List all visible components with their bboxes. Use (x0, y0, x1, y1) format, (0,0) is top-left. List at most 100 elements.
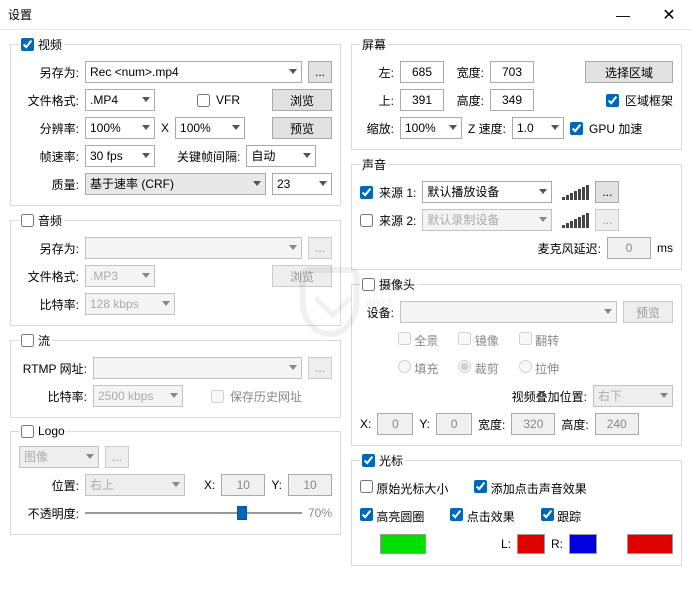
minimize-button[interactable]: — (600, 0, 646, 30)
camera-flip-label: 翻转 (535, 334, 559, 348)
volume-icon (562, 213, 589, 228)
cursor-clicksound-checkbox[interactable] (474, 480, 487, 493)
video-vfr-checkbox[interactable] (197, 94, 210, 107)
audio-saveas-label: 另存为: (19, 240, 79, 257)
sound-src2-more-button[interactable]: ... (595, 209, 619, 231)
screen-zspeed-select[interactable]: 1.0 (512, 117, 564, 139)
cursor-group: 光标 原始光标大小 添加点击声音效果 高亮圆圈 点击效果 跟踪 L: R: (351, 452, 682, 566)
screen-left-input[interactable] (400, 61, 444, 83)
video-res2-select[interactable]: 100% (175, 117, 245, 139)
screen-height-input[interactable] (490, 89, 534, 111)
audio-format-select[interactable]: .MP3 (85, 265, 155, 287)
screen-zoom-select[interactable]: 100% (400, 117, 462, 139)
screen-legend: 屏幕 (362, 36, 386, 53)
video-enable-checkbox[interactable] (21, 38, 34, 51)
sound-group: 声音 来源 1: 默认播放设备 ... 来源 2: 默认录制设备 ... 麦克风… (351, 156, 682, 270)
screen-gpu-checkbox[interactable] (570, 122, 583, 135)
logo-opacity-label: 不透明度: (19, 505, 79, 522)
camera-flip-checkbox[interactable] (519, 332, 532, 345)
cursor-clickfx-checkbox[interactable] (450, 508, 463, 521)
logo-legend: Logo (38, 424, 65, 438)
video-keyframe-select[interactable]: 自动 (246, 145, 316, 167)
camera-x-input[interactable] (377, 413, 413, 435)
screen-zspeed-label: Z 速度: (468, 120, 506, 137)
camera-enable-checkbox[interactable] (362, 278, 375, 291)
cursor-track-color[interactable] (627, 534, 673, 554)
camera-crop-radio[interactable] (458, 360, 471, 373)
cursor-origsize-checkbox[interactable] (360, 480, 373, 493)
camera-overlay-select[interactable]: 右下 (593, 385, 673, 407)
stream-url-select[interactable] (93, 357, 302, 379)
video-res1-select[interactable]: 100% (85, 117, 155, 139)
sound-src1-more-button[interactable]: ... (595, 181, 619, 203)
video-quality-label: 质量: (19, 176, 79, 193)
screen-width-input[interactable] (490, 61, 534, 83)
sound-micdelay-input[interactable] (607, 237, 651, 259)
stream-bitrate-select[interactable]: 2500 kbps (93, 385, 183, 407)
stream-enable-checkbox[interactable] (21, 334, 34, 347)
camera-w-input[interactable] (511, 413, 555, 435)
screen-top-input[interactable] (400, 89, 444, 111)
stream-group: 流 RTMP 网址: ... 比特率: 2500 kbps 保存历史网址 (10, 332, 341, 418)
logo-opacity-value: 70% (308, 506, 332, 520)
cursor-track-label: 跟踪 (557, 510, 581, 524)
cursor-legend: 光标 (379, 452, 403, 469)
camera-legend: 摄像头 (379, 276, 415, 293)
screen-top-label: 上: (360, 92, 394, 109)
video-saveas-label: 另存为: (19, 64, 79, 81)
screen-frame-label: 区域框架 (625, 92, 673, 109)
logo-group: Logo 图像 ... 位置: 右上 X: Y: 不透明度: 70% (10, 424, 341, 535)
audio-saveas-browse-button[interactable]: ... (308, 237, 332, 259)
logo-opacity-slider[interactable] (85, 502, 302, 524)
video-legend: 视频 (38, 36, 62, 53)
stream-save-history-checkbox[interactable] (211, 390, 224, 403)
screen-select-area-button[interactable]: 选择区域 (585, 61, 673, 83)
cursor-enable-checkbox[interactable] (362, 454, 375, 467)
cursor-l-color[interactable] (517, 534, 545, 554)
camera-stretch-radio[interactable] (519, 360, 532, 373)
logo-pos-select[interactable]: 右上 (85, 474, 185, 496)
logo-y-input[interactable] (288, 474, 332, 496)
logo-enable-checkbox[interactable] (21, 425, 34, 438)
audio-saveas-select[interactable] (85, 237, 302, 259)
camera-crop-label: 裁剪 (475, 362, 499, 376)
screen-width-label: 宽度: (450, 64, 484, 81)
video-browse-button[interactable]: 浏览 (272, 89, 332, 111)
video-saveas-select[interactable]: Rec <num>.mp4 (85, 61, 302, 83)
cursor-track-checkbox[interactable] (541, 508, 554, 521)
audio-browse-button[interactable]: 浏览 (272, 265, 332, 287)
video-format-select[interactable]: .MP4 (85, 89, 155, 111)
logo-image-select[interactable]: 图像 (19, 446, 99, 468)
audio-enable-checkbox[interactable] (21, 214, 34, 227)
close-button[interactable]: ✕ (646, 0, 692, 30)
logo-x-input[interactable] (221, 474, 265, 496)
video-quality-value-select[interactable]: 23 (272, 173, 332, 195)
audio-bitrate-select[interactable]: 128 kbps (85, 293, 175, 315)
cursor-r-color[interactable] (569, 534, 597, 554)
video-quality-mode-select[interactable]: 基于速率 (CRF) (85, 173, 266, 195)
camera-y-input[interactable] (436, 413, 472, 435)
screen-frame-checkbox[interactable] (606, 94, 619, 107)
camera-fill-radio[interactable] (398, 360, 411, 373)
camera-pan-checkbox[interactable] (398, 332, 411, 345)
cursor-highlight-color[interactable] (380, 534, 426, 554)
video-preview-button[interactable]: 预览 (272, 117, 332, 139)
video-fps-select[interactable]: 30 fps (85, 145, 155, 167)
camera-device-select[interactable] (400, 301, 617, 323)
stream-url-browse-button[interactable]: ... (308, 357, 332, 379)
camera-preview-button[interactable]: 预览 (623, 301, 673, 323)
cursor-clickfx-label: 点击效果 (467, 510, 515, 524)
cursor-highlight-checkbox[interactable] (360, 508, 373, 521)
video-saveas-browse-button[interactable]: ... (308, 61, 332, 83)
sound-src2-checkbox[interactable] (360, 214, 373, 227)
video-res-label: 分辨率: (19, 120, 79, 137)
volume-icon (562, 185, 589, 200)
video-group: 视频 另存为: Rec <num>.mp4 ... 文件格式: .MP4 VFR… (10, 36, 341, 206)
camera-h-input[interactable] (595, 413, 639, 435)
sound-src2-select[interactable]: 默认录制设备 (422, 209, 552, 231)
camera-mirror-checkbox[interactable] (458, 332, 471, 345)
sound-micdelay-label: 麦克风延迟: (538, 240, 601, 257)
sound-src1-select[interactable]: 默认播放设备 (422, 181, 552, 203)
sound-src1-checkbox[interactable] (360, 186, 373, 199)
logo-image-browse-button[interactable]: ... (105, 446, 129, 468)
